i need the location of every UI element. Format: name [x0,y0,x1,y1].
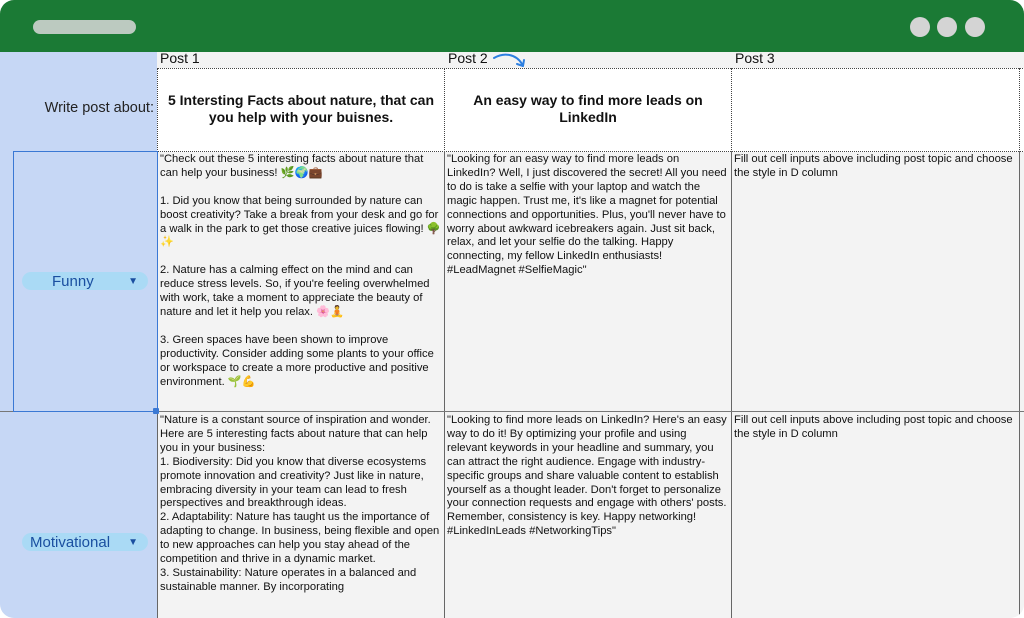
grid-line [731,151,732,618]
window-titlebar [0,0,1024,52]
topic-cell-post-1[interactable]: 5 Intersting Facts about nature, that ca… [160,92,442,126]
app-window: Post 1 Post 2 Post 3 Write post about: 5… [0,0,1024,618]
post-cell-motivational-2[interactable]: "Looking to find more leads on LinkedIn?… [447,414,729,618]
cell-divider [1019,68,1020,150]
window-control-dot[interactable] [910,17,930,37]
style-dropdown-label: Motivational [30,533,111,551]
write-post-about-label: Write post about: [44,100,154,116]
grid-line [444,151,445,618]
column-header-post-2: Post 2 [448,50,488,66]
post-cell-funny-2[interactable]: "Looking for an easy way to find more le… [447,153,729,408]
topic-cell-post-2[interactable]: An easy way to find more leads on Linked… [447,92,729,126]
column-header-post-3: Post 3 [735,50,775,66]
window-control-dot[interactable] [937,17,957,37]
cell-divider [157,68,158,150]
spreadsheet: Post 1 Post 2 Post 3 Write post about: 5… [0,50,1024,618]
post-cell-funny-1[interactable]: "Check out these 5 interesting facts abo… [160,153,442,408]
fill-handle[interactable] [153,408,159,414]
post-cell-motivational-3[interactable]: Fill out cell inputs above including pos… [734,414,1016,618]
post-cell-funny-3[interactable]: Fill out cell inputs above including pos… [734,153,1016,408]
cell-divider [444,68,445,150]
caret-down-icon: ▼ [128,275,138,287]
style-dropdown-label: Funny [52,272,94,290]
caret-down-icon: ▼ [128,536,138,548]
window-title-placeholder [33,20,136,34]
grid-line [1019,151,1020,618]
window-control-dot[interactable] [965,17,985,37]
post-cell-motivational-1[interactable]: "Nature is a constant source of inspirat… [160,414,442,618]
style-dropdown-funny[interactable]: Funny ▼ [22,272,148,290]
style-dropdown-motivational[interactable]: Motivational ▼ [22,533,148,551]
cell-divider [731,68,732,150]
column-header-post-1: Post 1 [160,50,200,66]
